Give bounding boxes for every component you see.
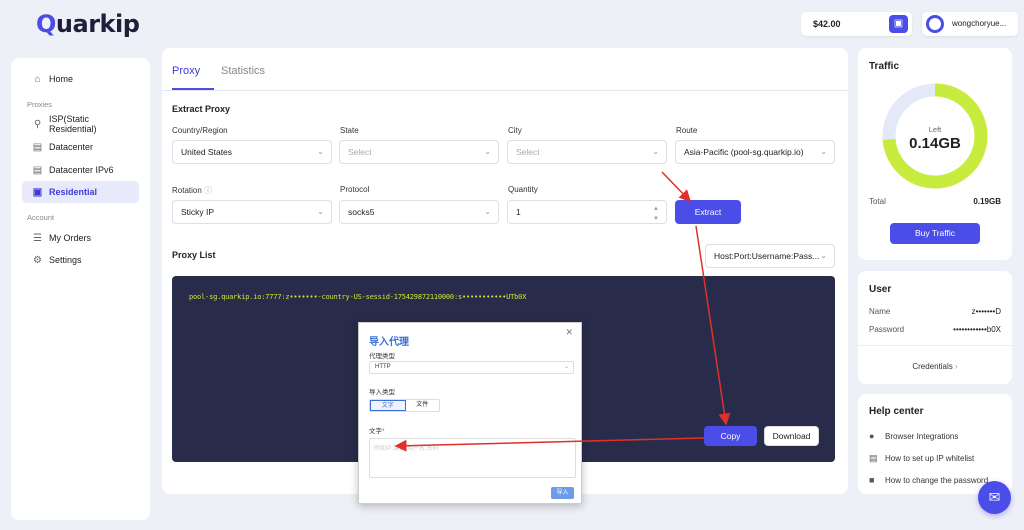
- quantity-label: Quantity: [508, 185, 538, 194]
- chevron-down-icon: ⌄: [484, 147, 491, 156]
- globe-icon: ●: [869, 431, 875, 441]
- route-label: Route: [676, 126, 698, 135]
- state-label: State: [340, 126, 359, 135]
- divider: [858, 345, 1012, 346]
- import-type-label: 导入类型: [369, 389, 395, 396]
- tab-proxy[interactable]: Proxy: [172, 65, 200, 77]
- import-proxy-dialog: 导入代理 ✕ 代理类型 HTTP ⌄ 导入类型 文字 文件 文字* 例如IP:端口…: [358, 322, 582, 504]
- tab-divider: [162, 90, 848, 91]
- home-icon: ⌂: [34, 73, 41, 85]
- name-label: Name: [869, 307, 891, 316]
- traffic-total-value: 0.19GB: [973, 197, 1001, 206]
- quantity-stepper[interactable]: 1 ▲ ▼: [507, 200, 667, 224]
- help-item-password[interactable]: ■ How to change the password: [869, 475, 988, 485]
- user-menu[interactable]: wongchoryue...: [922, 12, 1018, 36]
- import-type-tabs: 文字 文件: [369, 399, 440, 412]
- nav-group-proxies: Proxies: [27, 100, 53, 109]
- country-select[interactable]: United States ⌄: [172, 140, 332, 164]
- orders-icon: ☰: [33, 232, 42, 244]
- top-bar: Quarkip $42.00 ▣ wongchoryue...: [0, 0, 1024, 48]
- tab-file[interactable]: 文件: [406, 400, 440, 411]
- wallet-icon[interactable]: ▣: [889, 15, 908, 33]
- download-button[interactable]: Download: [764, 426, 819, 446]
- extract-button[interactable]: Extract: [675, 200, 741, 224]
- proxy-type-label: 代理类型: [369, 353, 395, 360]
- location-pin-icon: ⚲: [33, 118, 42, 130]
- copy-button[interactable]: Copy: [704, 426, 757, 446]
- tab-text[interactable]: 文字: [370, 400, 406, 411]
- list-icon: ▤: [869, 453, 878, 463]
- sidebar-item-my-orders[interactable]: ☰ My Orders: [22, 227, 139, 249]
- route-select[interactable]: Asia-Pacific (pool-sg.quarkip.io) ⌄: [675, 140, 835, 164]
- traffic-total-label: Total: [869, 197, 886, 206]
- user-title: User: [869, 284, 892, 295]
- credentials-link[interactable]: Credentials ›: [858, 362, 1012, 371]
- server-ipv6-icon: ▤: [32, 164, 43, 176]
- rotation-select[interactable]: Sticky IP ⌄: [172, 200, 332, 224]
- help-item-whitelist[interactable]: ▤ How to set up IP whitelist: [869, 453, 974, 464]
- traffic-left-label: Left: [928, 125, 942, 134]
- traffic-card: Traffic Left 0.14GB Total 0.19GB Buy Tra…: [858, 48, 1012, 260]
- nav-group-account: Account: [27, 213, 55, 222]
- proxy-line[interactable]: pool-sg.quarkip.io:7777:z•••••••-country…: [189, 293, 526, 301]
- sidebar-item-home[interactable]: ⌂ Home: [22, 68, 139, 90]
- import-text-input[interactable]: 例如IP:端口:用户名:密码: [369, 438, 576, 478]
- balance-amount: $42.00: [813, 19, 841, 29]
- protocol-select[interactable]: socks5 ⌄: [339, 200, 499, 224]
- import-button[interactable]: 导入: [551, 487, 574, 499]
- chevron-down-icon: ⌄: [317, 207, 324, 216]
- lock-icon: ■: [869, 475, 875, 485]
- quarkip-logo[interactable]: Quarkip: [36, 10, 140, 38]
- traffic-left-value: 0.14GB: [909, 135, 961, 152]
- chevron-down-icon: ⌄: [484, 207, 491, 216]
- help-title: Help center: [869, 406, 924, 417]
- city-select[interactable]: Select ⌄: [507, 140, 667, 164]
- chevron-down-icon: ⌄: [652, 147, 659, 156]
- sidebar-item-settings[interactable]: ⚙ Settings: [22, 249, 139, 271]
- name-value: z•••••••D: [971, 307, 1001, 316]
- gear-icon: ⚙: [33, 254, 42, 266]
- residential-icon: ▣: [32, 186, 43, 198]
- chevron-down-icon: ⌄: [563, 364, 569, 370]
- chevron-down-icon: ⌄: [820, 147, 827, 156]
- format-select[interactable]: Host:Port:Username:Pass... ⌄: [705, 244, 835, 268]
- username: wongchoryue...: [952, 19, 1007, 28]
- sidebar: ⌂ Home Proxies ⚲ ISP(Static Residential) ▤…: [11, 58, 150, 520]
- help-card: Help center ● Browser Integrations ▤ How t…: [858, 394, 1012, 494]
- user-card: User Name z•••••••D Password •••••••••••…: [858, 271, 1012, 384]
- sidebar-item-datacenter[interactable]: ▤ Datacenter: [22, 136, 139, 158]
- chevron-down-icon: ⌄: [820, 251, 827, 260]
- sidebar-item-datacenter-ipv6[interactable]: ▤ Datacenter IPv6: [22, 159, 139, 181]
- close-icon[interactable]: ✕: [565, 327, 573, 338]
- protocol-label: Protocol: [340, 185, 370, 194]
- rotation-label: Rotation ⓘ: [172, 186, 213, 195]
- tab-statistics[interactable]: Statistics: [221, 65, 265, 77]
- sidebar-item-residential[interactable]: ▣ Residential: [22, 181, 139, 203]
- proxy-type-select[interactable]: HTTP ⌄: [369, 361, 574, 374]
- proxy-list-title: Proxy List: [172, 250, 216, 260]
- dialog-title: 导入代理: [369, 337, 409, 348]
- text-label: 文字*: [369, 428, 385, 435]
- sidebar-item-isp[interactable]: ⚲ ISP(Static Residential): [22, 113, 139, 135]
- avatar: [926, 15, 944, 33]
- help-item-browser[interactable]: ● Browser Integrations: [869, 431, 958, 441]
- state-select[interactable]: Select ⌄: [339, 140, 499, 164]
- chevron-right-icon: ›: [955, 362, 958, 371]
- extract-proxy-title: Extract Proxy: [172, 104, 231, 114]
- stepper-arrows-icon[interactable]: ▲ ▼: [653, 204, 659, 224]
- server-icon: ▤: [32, 141, 43, 153]
- password-value: ••••••••••••b0X: [953, 325, 1001, 334]
- city-label: City: [508, 126, 522, 135]
- traffic-title: Traffic: [869, 61, 900, 72]
- country-label: Country/Region: [172, 126, 228, 135]
- balance-pill: $42.00 ▣: [801, 12, 912, 36]
- info-icon[interactable]: ⓘ: [204, 186, 212, 195]
- password-label: Password: [869, 325, 905, 334]
- chevron-down-icon: ⌄: [317, 147, 324, 156]
- chat-support-icon[interactable]: ✉: [978, 481, 1011, 514]
- buy-traffic-button[interactable]: Buy Traffic: [890, 223, 980, 244]
